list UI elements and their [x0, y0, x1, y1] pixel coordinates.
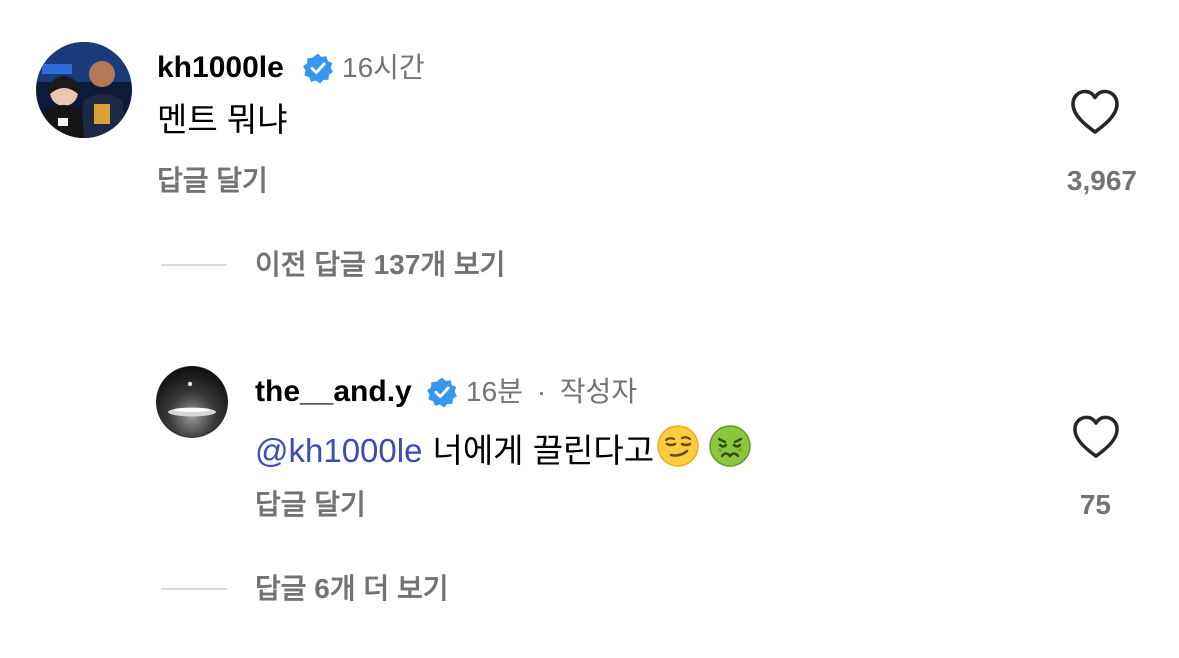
heart-outline-icon — [1071, 89, 1119, 134]
like-count[interactable]: 3,967 — [1067, 164, 1137, 198]
verified-badge-icon — [302, 52, 334, 84]
mention-link[interactable]: @kh1000le — [255, 430, 422, 472]
nauseated-face-emoji — [708, 424, 752, 478]
verified-badge-icon — [426, 376, 458, 408]
avatar[interactable] — [36, 42, 132, 138]
meta-separator: · — [536, 376, 547, 407]
like-count[interactable]: 75 — [1080, 488, 1111, 522]
comment-username[interactable]: the__and.y — [255, 374, 412, 410]
view-previous-replies[interactable]: 이전 답글 137개 보기 — [161, 248, 505, 282]
author-badge: 작성자 — [559, 376, 638, 407]
comment-meta: 16분 · 작성자 — [466, 374, 637, 410]
comment-text: 너에게 끌린다고 — [432, 432, 655, 469]
avatar-photo — [36, 42, 132, 138]
thread-divider-line — [161, 264, 227, 266]
like-button[interactable] — [1071, 414, 1121, 460]
heart-outline-icon — [1073, 415, 1119, 458]
like-button[interactable] — [1069, 88, 1121, 136]
comment-timestamp: 16시간 — [342, 52, 425, 83]
avatar[interactable] — [156, 366, 228, 438]
comment-timestamp: 16분 — [466, 376, 523, 407]
reply-button[interactable]: 답글 달기 — [157, 164, 268, 198]
view-more-replies-label: 답글 6개 더 보기 — [255, 573, 449, 604]
reply-button[interactable]: 답글 달기 — [255, 488, 366, 522]
view-previous-replies-label: 이전 답글 137개 보기 — [255, 249, 506, 280]
smirking-face-emoji — [656, 424, 700, 478]
comment-text-row: @kh1000le 너에게 끌린다고 — [255, 424, 752, 478]
comment-username[interactable]: kh1000le — [157, 50, 284, 86]
view-more-replies[interactable]: 답글 6개 더 보기 — [161, 572, 448, 606]
comment-text: 멘트 뭐냐 — [157, 101, 288, 138]
thread-divider-line — [161, 588, 227, 590]
avatar-photo — [156, 366, 228, 438]
